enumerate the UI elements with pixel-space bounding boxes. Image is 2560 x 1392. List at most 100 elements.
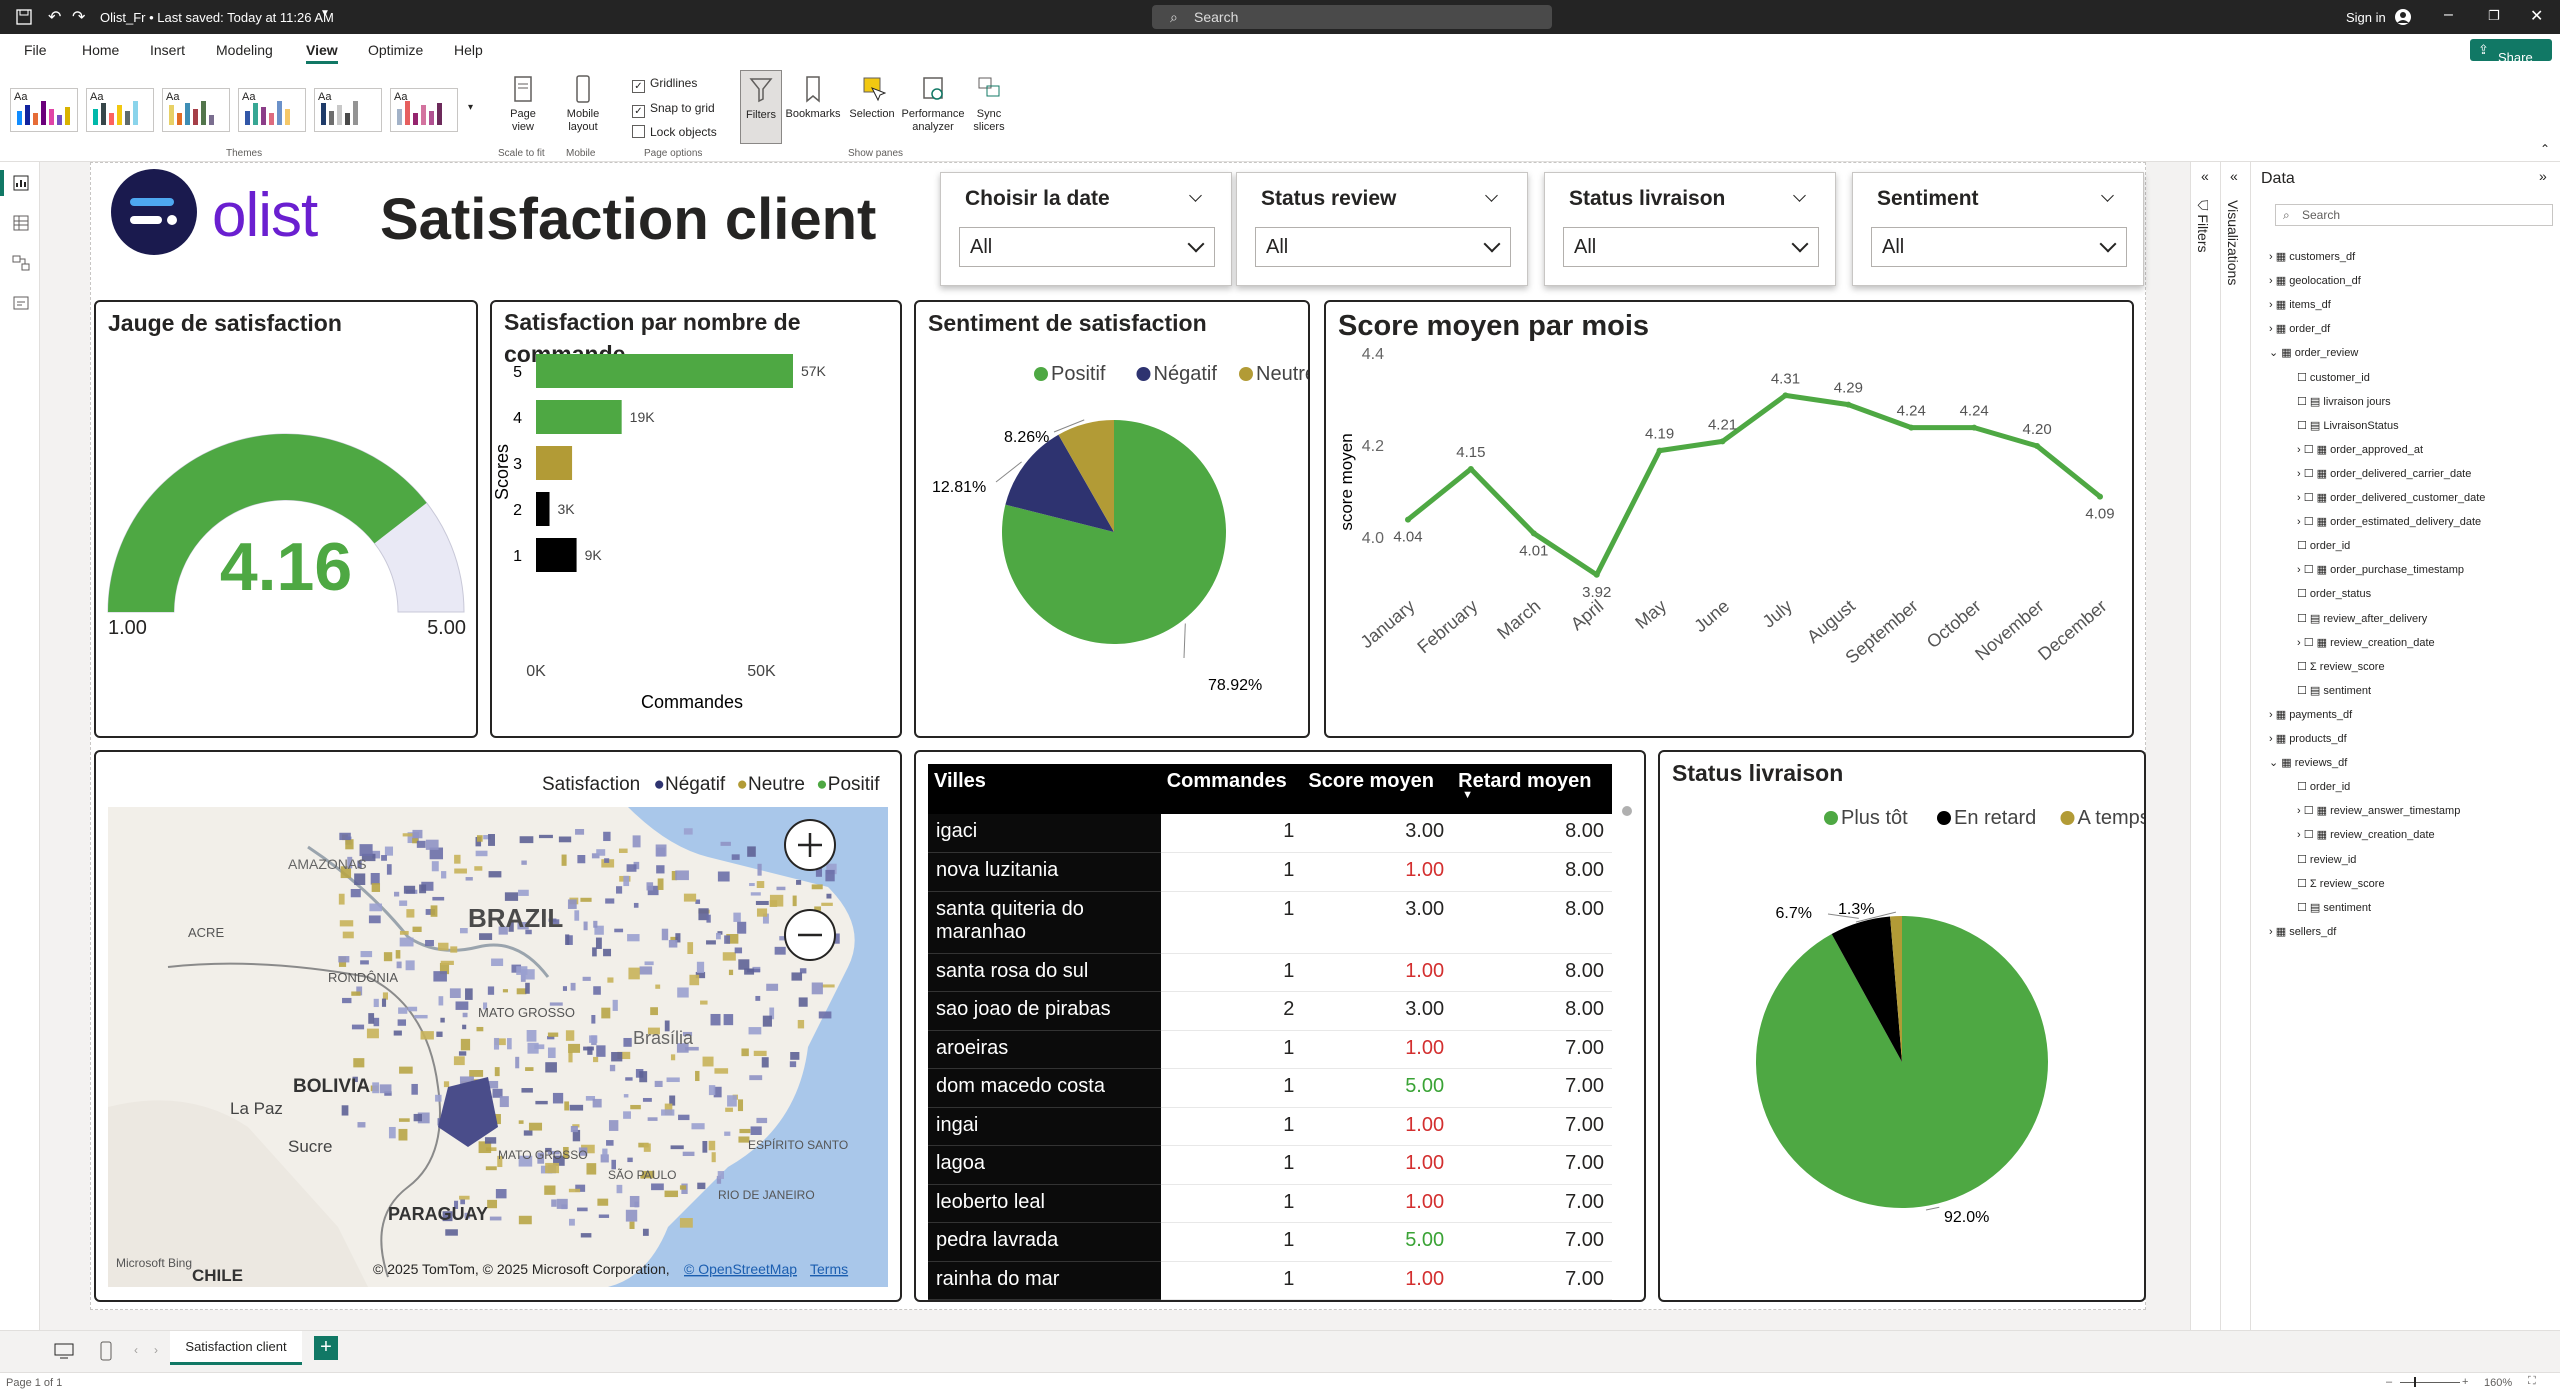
data-tree-item[interactable]: ☐ ▤ livraison jours: [2297, 395, 2391, 408]
legend-item[interactable]: Plus tôt: [1841, 807, 1908, 829]
table-row[interactable]: ingai 1 1.00 7.00: [928, 1107, 1612, 1146]
slicer-date-dropdown[interactable]: All: [959, 227, 1215, 267]
menu-modeling[interactable]: Modeling: [216, 42, 273, 58]
line-point[interactable]: [1656, 447, 1663, 454]
field-checkbox-icon[interactable]: ☐: [2297, 372, 2310, 384]
save-icon[interactable]: [16, 9, 32, 25]
data-tree-item[interactable]: ☐ Σ review_score: [2297, 877, 2385, 890]
menu-file[interactable]: File: [24, 42, 47, 58]
data-tree-item[interactable]: ⌄ ▦ reviews_df: [2269, 756, 2347, 769]
line-point[interactable]: [1782, 392, 1789, 399]
bar-2[interactable]: [536, 492, 550, 526]
field-checkbox-icon[interactable]: ☐: [2304, 516, 2317, 528]
chevron-right-icon[interactable]: ›: [2269, 323, 2276, 335]
tab-satisfaction-client[interactable]: Satisfaction client: [170, 1331, 302, 1365]
table-row[interactable]: santa quiteria do maranhao 1 3.00 8.00: [928, 891, 1612, 954]
theme-thumb-2[interactable]: Aa: [86, 88, 154, 132]
collapse-ribbon-icon[interactable]: ⌃: [2540, 142, 2550, 156]
bar-4[interactable]: [536, 400, 622, 434]
desktop-layout-icon[interactable]: [54, 1343, 74, 1359]
field-checkbox-icon[interactable]: ☐: [2297, 685, 2310, 697]
satisfaction-bar-card[interactable]: Satisfaction par nombre de commande 557K…: [490, 300, 902, 738]
data-tree-item[interactable]: ☐ review_id: [2297, 853, 2356, 866]
table-view-icon[interactable]: [12, 214, 30, 232]
chevron-right-icon[interactable]: ›: [2269, 275, 2276, 287]
performance-analyzer-button[interactable]: Performance analyzer: [900, 74, 966, 134]
chevron-right-icon[interactable]: ›: [2269, 733, 2276, 745]
data-search-input[interactable]: ⌕ Search: [2275, 204, 2553, 226]
restore-icon[interactable]: ❐: [2488, 8, 2500, 24]
table-row[interactable]: leoberto leal 1 1.00 7.00: [928, 1184, 1612, 1223]
lock-objects-checkbox[interactable]: Lock objects: [632, 125, 717, 139]
chevron-right-icon[interactable]: ›: [2297, 444, 2304, 456]
data-tree-item[interactable]: › ☐ ▦ review_creation_date: [2297, 636, 2435, 649]
theme-thumb-5[interactable]: Aa: [314, 88, 382, 132]
legend-item[interactable]: Neutre: [1256, 363, 1308, 385]
terms-link[interactable]: Terms: [810, 1261, 848, 1277]
menu-help[interactable]: Help: [454, 42, 483, 58]
menu-insert[interactable]: Insert: [150, 42, 185, 58]
chevron-right-icon[interactable]: ›: [2297, 637, 2304, 649]
data-tree-item[interactable]: › ▦ order_df: [2269, 322, 2330, 335]
chevron-right-icon[interactable]: ›: [2297, 829, 2304, 841]
field-checkbox-icon[interactable]: ☐: [2297, 661, 2310, 673]
slicer-header-chevron-icon[interactable]: [1189, 189, 1202, 202]
data-tree-item[interactable]: › ☐ ▦ order_delivered_customer_date: [2297, 491, 2485, 504]
zoom-out-button[interactable]: [784, 909, 836, 961]
data-tree-item[interactable]: › ☐ ▦ review_answer_timestamp: [2297, 804, 2460, 817]
legend-item[interactable]: A temps: [2078, 807, 2145, 829]
col-header-retard[interactable]: Retard moyen ▼: [1452, 764, 1612, 814]
report-view-icon[interactable]: [12, 174, 30, 192]
theme-thumb-3[interactable]: Aa: [162, 88, 230, 132]
snap-to-grid-checkbox[interactable]: ✓ Snap to grid: [632, 101, 715, 118]
score-line-card[interactable]: Score moyen par mois 4.0 4.2 4.4 score moye…: [1324, 300, 2134, 738]
line-point[interactable]: [1467, 466, 1474, 472]
field-checkbox-icon[interactable]: ☐: [2297, 902, 2310, 914]
line-point[interactable]: [1845, 401, 1852, 408]
data-tree-item[interactable]: ⌄ ▦ order_review: [2269, 346, 2358, 359]
table-row[interactable]: sao joao de pirabas 2 3.00 8.00: [928, 991, 1612, 1031]
chevron-right-icon[interactable]: ›: [2269, 251, 2276, 263]
search-input[interactable]: ⌕ Search: [1152, 5, 1552, 29]
map-canvas[interactable]: AMAZONAS BRAZIL ACRE RONDÔNIA MATO GROSS…: [108, 807, 888, 1287]
slicer-status-livraison-dropdown[interactable]: All: [1563, 227, 1819, 267]
data-tree-item[interactable]: › ▦ sellers_df: [2269, 925, 2336, 938]
table-scrollbar-thumb[interactable]: [1622, 806, 1632, 816]
status-pie-card[interactable]: Status livraison Plus tôt En retard A temp…: [1658, 750, 2146, 1302]
bar-5[interactable]: [536, 354, 793, 388]
undo-icon[interactable]: ↶: [48, 7, 61, 27]
theme-thumb-1[interactable]: Aa: [10, 88, 78, 132]
filters-pane-button[interactable]: Filters: [740, 70, 782, 144]
field-checkbox-icon[interactable]: ☐: [2304, 829, 2317, 841]
data-tree-item[interactable]: ☐ customer_id: [2297, 371, 2370, 384]
close-icon[interactable]: ✕: [2530, 6, 2543, 26]
theme-thumb-4[interactable]: Aa: [238, 88, 306, 132]
title-chevron-icon[interactable]: ▼: [320, 8, 330, 19]
line-point[interactable]: [1719, 438, 1726, 445]
zoom-in-icon[interactable]: +: [2462, 1376, 2468, 1388]
zoom-slider-thumb[interactable]: [2414, 1377, 2416, 1387]
gauge-card[interactable]: Jauge de satisfaction 4.16 1.00 5.00: [94, 300, 478, 738]
data-tree-item[interactable]: ☐ order_id: [2297, 539, 2350, 552]
field-checkbox-icon[interactable]: ☐: [2297, 540, 2310, 552]
tab-scroll-left-icon[interactable]: ‹: [134, 1343, 138, 1357]
data-tree-item[interactable]: ☐ ▤ sentiment: [2297, 684, 2371, 697]
field-checkbox-icon[interactable]: ☐: [2297, 396, 2310, 408]
model-view-icon[interactable]: [12, 254, 30, 272]
legend-item[interactable]: Positif: [1051, 363, 1106, 385]
line-point[interactable]: [1530, 530, 1537, 537]
table-row[interactable]: santa rosa do sul 1 1.00 8.00: [928, 953, 1612, 992]
data-tree-item[interactable]: › ▦ payments_df: [2269, 708, 2352, 721]
data-tree-item[interactable]: › ▦ products_df: [2269, 732, 2347, 745]
line-point[interactable]: [1908, 424, 1915, 431]
chevron-right-icon[interactable]: ›: [2297, 805, 2304, 817]
line-point[interactable]: [1593, 571, 1600, 578]
map-card[interactable]: Satisfaction ●Négatif ●Neutre ●Positif A…: [94, 750, 902, 1302]
theme-thumb-6[interactable]: Aa: [390, 88, 458, 132]
redo-icon[interactable]: ↷: [72, 7, 85, 27]
tab-scroll-right-icon[interactable]: ›: [154, 1343, 158, 1357]
data-tree-item[interactable]: ☐ Σ review_score: [2297, 660, 2385, 673]
phone-layout-icon[interactable]: [100, 1341, 112, 1361]
chevron-right-icon[interactable]: ›: [2269, 709, 2276, 721]
field-checkbox-icon[interactable]: ☐: [2304, 444, 2317, 456]
